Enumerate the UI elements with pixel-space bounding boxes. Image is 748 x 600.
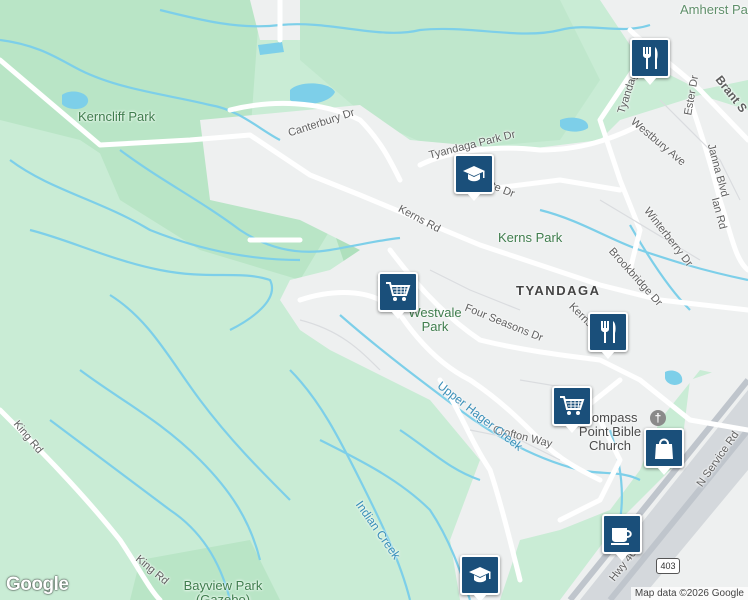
restaurant-marker-2[interactable] <box>588 312 628 359</box>
shopping-marker[interactable] <box>644 428 684 475</box>
map-canvas[interactable]: Amherst Pa Canterbury Dr Tyandaga Park D… <box>0 0 748 600</box>
restaurant-marker[interactable] <box>630 38 670 85</box>
fork-knife-icon <box>601 321 616 343</box>
school-marker[interactable] <box>454 154 494 201</box>
grocery-marker[interactable] <box>378 272 418 319</box>
map-base-layer <box>0 0 748 600</box>
fork-knife-icon <box>643 47 658 69</box>
shopping-cart-icon <box>560 396 585 415</box>
school-marker-2[interactable] <box>460 555 500 600</box>
highway-shield-403: 403 <box>656 558 680 574</box>
school-icon <box>463 166 485 182</box>
grocery-marker-2[interactable] <box>552 386 592 433</box>
coffee-cup-icon <box>611 528 632 545</box>
church-icon[interactable]: † <box>650 410 666 426</box>
google-logo: Google <box>6 574 69 595</box>
shopping-cart-icon <box>386 282 411 301</box>
cafe-marker[interactable] <box>602 514 642 561</box>
shopping-bag-icon <box>655 438 673 459</box>
school-icon <box>469 567 491 583</box>
map-attribution[interactable]: Map data ©2026 Google <box>630 587 748 600</box>
